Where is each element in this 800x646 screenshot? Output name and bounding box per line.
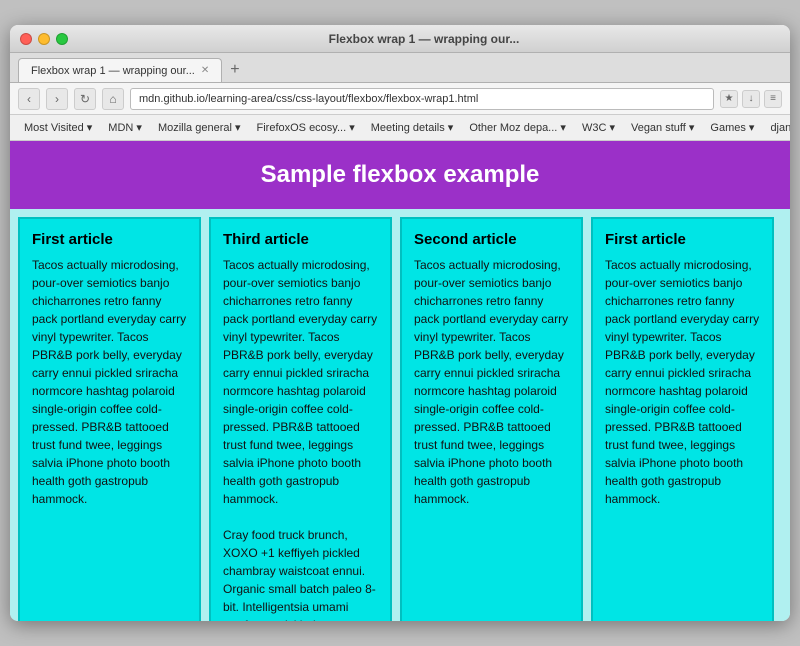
article-title: First article	[605, 231, 760, 248]
address-bar: ‹ › ↻ ⌂ mdn.github.io/learning-area/css/…	[10, 83, 790, 115]
new-tab-button[interactable]: +	[222, 58, 247, 82]
flex-container: First article Tacos actually microdosing…	[10, 209, 790, 621]
menu-icon[interactable]: ≡	[764, 90, 782, 108]
browser-window: Flexbox wrap 1 — wrapping our... Flexbox…	[10, 25, 790, 621]
page-content: Sample flexbox example First article Tac…	[10, 141, 790, 621]
forward-button[interactable]: ›	[46, 88, 68, 110]
list-item: First article Tacos actually microdosing…	[18, 217, 201, 621]
article-text: Tacos actually microdosing, pour-over se…	[223, 256, 378, 621]
article-title: Third article	[223, 231, 378, 248]
maximize-button[interactable]	[56, 33, 68, 45]
download-icon[interactable]: ↓	[742, 90, 760, 108]
back-button[interactable]: ‹	[18, 88, 40, 110]
tab-label: Flexbox wrap 1 — wrapping our...	[31, 65, 195, 77]
star-icon[interactable]: ★	[720, 90, 738, 108]
page-header: Sample flexbox example	[10, 141, 790, 209]
article-text: Tacos actually microdosing, pour-over se…	[32, 256, 187, 508]
browser-action-icons: ★ ↓ ≡	[720, 90, 782, 108]
active-tab[interactable]: Flexbox wrap 1 — wrapping our... ✕	[18, 58, 222, 82]
window-controls	[20, 33, 68, 45]
bookmark-django[interactable]: django-stuff ▾	[764, 119, 790, 136]
window-title: Flexbox wrap 1 — wrapping our...	[68, 32, 780, 46]
close-button[interactable]	[20, 33, 32, 45]
page-title: Sample flexbox example	[30, 161, 770, 189]
bookmark-other-moz[interactable]: Other Moz depa... ▾	[463, 119, 572, 136]
list-item: First article Tacos actually microdosing…	[591, 217, 774, 621]
title-bar: Flexbox wrap 1 — wrapping our...	[10, 25, 790, 53]
tab-close-icon[interactable]: ✕	[201, 65, 209, 76]
list-item: Second article Tacos actually microdosin…	[400, 217, 583, 621]
bookmark-w3c[interactable]: W3C ▾	[576, 119, 621, 136]
bookmark-meeting-details[interactable]: Meeting details ▾	[365, 119, 460, 136]
bookmark-vegan[interactable]: Vegan stuff ▾	[625, 119, 700, 136]
tab-bar: Flexbox wrap 1 — wrapping our... ✕ +	[10, 53, 790, 83]
bookmarks-bar: Most Visited ▾ MDN ▾ Mozilla general ▾ F…	[10, 115, 790, 141]
bookmark-most-visited[interactable]: Most Visited ▾	[18, 119, 98, 136]
list-item: Third article Tacos actually microdosing…	[209, 217, 392, 621]
minimize-button[interactable]	[38, 33, 50, 45]
article-title: Second article	[414, 231, 569, 248]
bookmark-firefoxos[interactable]: FirefoxOS ecosy... ▾	[251, 119, 361, 136]
article-text: Tacos actually microdosing, pour-over se…	[414, 256, 569, 508]
bookmark-games[interactable]: Games ▾	[704, 119, 760, 136]
article-title: First article	[32, 231, 187, 248]
bookmark-mdn[interactable]: MDN ▾	[102, 119, 148, 136]
article-text: Tacos actually microdosing, pour-over se…	[605, 256, 760, 508]
bookmark-mozilla-general[interactable]: Mozilla general ▾	[152, 119, 247, 136]
url-input[interactable]: mdn.github.io/learning-area/css/css-layo…	[130, 88, 714, 110]
url-text: mdn.github.io/learning-area/css/css-layo…	[139, 93, 478, 105]
refresh-button[interactable]: ↻	[74, 88, 96, 110]
home-button[interactable]: ⌂	[102, 88, 124, 110]
